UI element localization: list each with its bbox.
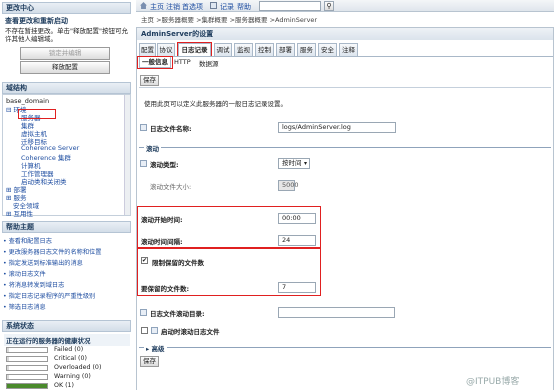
rotation-dir-label: 日志文件滚动目录: [150,310,205,318]
help-link[interactable]: • 滚动日志文件 [3,269,131,280]
rotate-startup-checkbox[interactable] [141,327,148,334]
rotation-type-select[interactable]: 按时间 ▾ [278,158,310,169]
health-fill [7,357,9,361]
health-bar [6,365,48,371]
page-title: AdminServer的设置 [137,28,553,40]
health-bar [6,347,48,353]
help-header: 帮助主题 [2,221,131,233]
help-link[interactable]: • 更改服务器日志文件的名称和位置 [3,247,131,258]
general-subtab-highlight [137,56,173,69]
search-icon[interactable]: ⚲ [324,1,334,11]
breadcrumb[interactable]: 主页 >服务器概要 >集群概要 >服务器概要 >AdminServer [141,14,317,24]
info-icon [140,160,147,167]
servers-highlight [18,109,56,119]
health-bar [6,356,48,362]
home-icon[interactable] [140,2,147,9]
top-toolbar: 主页 注销 首选项 记录 帮助 ⚲ [136,0,554,12]
system-status-header: 系统状态 [2,320,131,332]
interval-label: 滚动时间间隔: [141,238,183,246]
health-bar [6,374,48,380]
rotation-type-label: 滚动类型: [150,161,179,169]
files-to-retain-input[interactable]: 7 [278,282,316,293]
tab-control[interactable]: 控制 [255,43,274,56]
tab-protocols[interactable]: 协议 [157,43,175,56]
tab-debug[interactable]: 调试 [214,43,232,56]
rotation-section-title: 滚动 [144,143,161,153]
preferences-link[interactable]: 首选项 [182,2,203,12]
tree-interoperability[interactable]: ⊞ 互用性 [6,208,33,218]
info-icon [140,124,147,131]
domain-structure-header: 域结构 [2,82,131,94]
release-config-button[interactable]: 释放配置 [20,61,110,74]
limit-files-label: 限制保留的文件数 [152,259,204,267]
health-fill [7,384,47,388]
record-link[interactable]: 记录 [220,2,234,12]
rotation-size-input[interactable]: 5000 [278,180,299,191]
rotate-startup-label: 启动时滚动日志文件 [161,328,220,336]
advanced-toggle[interactable]: ▸ 高级 [144,343,167,353]
record-icon[interactable] [210,2,217,9]
help-list: • 查看和配置日志 • 更改服务器日志文件的名称和位置 • 指定发送到标准输出的… [3,236,131,313]
health-fill [7,366,9,370]
change-center-title: 查看更改和重新启动 [5,17,68,25]
tree-startup-classes[interactable]: 启动类和关闭类 [21,176,67,186]
save-button-top[interactable]: 保存 [140,75,159,86]
begin-time-input[interactable]: 00:00 [278,213,316,224]
health-fill [7,348,9,352]
rotation-size-label: 滚动文件大小: [150,183,192,191]
tab-deployments[interactable]: 部署 [276,43,295,56]
intro-text: 使用此页可以定义此服务器的一般日志记录设置。 [144,100,287,108]
subtab-datasource[interactable]: 数据源 [199,58,219,68]
interval-input[interactable]: 24 [278,235,316,246]
logout-link[interactable]: 注销 [166,2,180,12]
system-status-title: 正在运行的服务器的健康状况 [4,334,130,346]
limit-files-checkbox[interactable]: ✔ [141,257,148,264]
help-link-top[interactable]: 帮助 [237,2,251,12]
log-file-input[interactable]: logs/AdminServer.log [278,122,396,133]
search-input[interactable] [259,1,321,11]
watermark: @ITPUB博客 [466,377,520,387]
save-button-bottom[interactable]: 保存 [140,356,159,367]
files-to-retain-label: 要保留的文件数: [141,285,190,293]
home-link[interactable]: 主页 [150,2,164,12]
tab-notes[interactable]: 注释 [339,43,358,56]
help-link[interactable]: • 指定发送到标准输出的消息 [3,258,131,269]
change-center-header: 更改中心 [2,2,131,14]
tab-services[interactable]: 服务 [297,43,316,56]
health-bar [6,383,48,389]
help-link[interactable]: • 查看和配置日志 [3,236,131,247]
log-file-label: 日志文件名称: [150,125,192,133]
begin-time-label: 滚动开始时间: [141,216,183,224]
subtab-http[interactable]: HTTP [174,58,191,66]
info-icon [151,327,158,334]
help-link[interactable]: • 筛选日志消息 [3,302,131,313]
health-fill [7,375,9,379]
help-link[interactable]: • 将消息转发到域日志 [3,280,131,291]
help-link[interactable]: • 指定日志记录程序的严重性级别 [3,291,131,302]
tab-security[interactable]: 安全 [318,43,337,56]
rotation-dir-input[interactable] [278,307,395,318]
logging-tab-highlight [177,42,212,57]
tab-monitoring[interactable]: 监视 [234,43,253,56]
info-icon [140,309,147,316]
lock-edit-button[interactable]: 锁定并编辑 [20,47,110,60]
tree-coherence-server[interactable]: Coherence Server [21,144,79,152]
chevron-down-icon: ▾ [303,160,307,167]
tab-configuration[interactable]: 配置 [139,43,156,56]
change-center-desc: 不存在暂挂更改。单击"释放配置"按钮可允许其他人编辑域。 [5,27,128,43]
